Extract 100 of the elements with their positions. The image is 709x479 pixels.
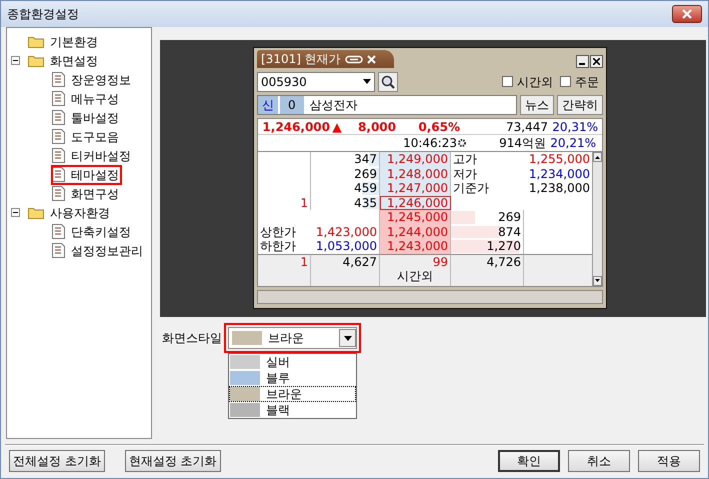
toolbar-button[interactable]: 뉴스 (520, 94, 554, 114)
volume: 73,447 (505, 118, 548, 136)
code-value: 005930 (261, 74, 307, 90)
tree-item-label: 장운영정보 (70, 72, 132, 88)
total-ask-quantity: 4,627 (342, 254, 377, 268)
tree-item[interactable]: 설정정보관리 (52, 242, 145, 260)
folder-icon (28, 206, 44, 219)
search-button[interactable] (378, 72, 398, 92)
bid-price: 1,244,000 (386, 224, 448, 238)
order-count: 1 (300, 196, 308, 210)
collapse-icon[interactable] (11, 56, 20, 65)
tree-item-label: 사용자환경 (49, 204, 111, 222)
tree-item[interactable]: 도구모음 (52, 128, 121, 146)
scroll-up-icon (595, 156, 600, 158)
collapse-icon[interactable] (11, 208, 20, 217)
after-hours-label: 시간외 (396, 269, 434, 284)
dialog-button[interactable]: 적용 (638, 450, 700, 472)
toolbar-button[interactable]: 간략히 (557, 94, 603, 114)
time: 10:46:23 (402, 135, 457, 152)
checkbox-label: 주문 (575, 74, 599, 90)
limit-value: 1,053,000 (316, 239, 377, 254)
after-hours-quantity: 99 (432, 254, 448, 269)
tree-item[interactable]: 티커바설정 (52, 146, 133, 164)
link-icon (344, 54, 363, 64)
info-value: 1,255,000 (528, 152, 590, 166)
ask-quantity: 347 (354, 152, 377, 166)
close-icon (366, 54, 376, 64)
bid-quantity: 1,270 (486, 239, 521, 253)
checkbox[interactable] (502, 76, 513, 87)
style-label: 화면스타일 (162, 330, 222, 347)
tree-item-label: 도구모음 (70, 128, 120, 146)
trade-amount: 914억원 (498, 135, 546, 152)
document-icon (52, 243, 65, 258)
dropdown-option[interactable]: 실버 (229, 354, 356, 370)
tree-item[interactable]: 장운영정보 (52, 70, 133, 88)
bid-price: 1,245,000 (386, 210, 448, 224)
tree-item[interactable]: 화면설정 (28, 52, 100, 70)
gear-icon (457, 138, 467, 148)
stock-name: 삼성전자 (310, 96, 358, 114)
window-title: 종합환경설정 (7, 6, 79, 23)
info-label: 고가 (453, 152, 477, 166)
document-icon (52, 167, 65, 182)
document-icon (52, 148, 65, 163)
folder-icon (28, 35, 44, 48)
change-rate: 0,65% (417, 118, 460, 136)
style-dropdown[interactable]: 브라운 (228, 327, 357, 349)
close-button[interactable] (590, 55, 603, 68)
folder-icon (28, 54, 44, 67)
count-badge: 0 (280, 96, 304, 114)
checkbox-label: 시간외 (517, 74, 553, 90)
dropdown-arrow-icon (344, 336, 352, 340)
tree-item-label: 화면설정 (49, 52, 99, 70)
document-icon (52, 72, 65, 87)
tree-item[interactable]: 화면구성 (52, 184, 121, 202)
ask-quantity: 459 (354, 181, 377, 195)
tree-item-label: 단축키설정 (70, 224, 132, 240)
document-icon (52, 224, 65, 239)
tree-item[interactable]: 메뉴구성 (52, 90, 121, 108)
close-icon (682, 9, 692, 19)
bid-quantity: 874 (498, 224, 521, 238)
document-icon (52, 110, 65, 125)
minimize-button[interactable] (576, 55, 589, 68)
stock-name-field[interactable]: 신 0 삼성전자 (257, 94, 517, 114)
reset-button[interactable]: 현재설정 초기화 (124, 450, 221, 472)
tree-item[interactable]: 툴바설정 (52, 108, 121, 126)
amount-rate: 20,21% (549, 135, 596, 152)
checkbox[interactable] (560, 76, 571, 87)
search-icon (381, 74, 395, 88)
tree-item-label: 메뉴구성 (70, 90, 120, 108)
tree-item[interactable]: 기본환경 (28, 32, 100, 50)
tree-item[interactable]: 단축키설정 (52, 222, 133, 240)
dropdown-option[interactable]: 브라운 (229, 386, 356, 402)
dropdown-option[interactable]: 블랙 (229, 402, 356, 418)
code-combo[interactable]: 005930 (257, 72, 375, 92)
dialog-button[interactable]: 확인 (498, 450, 560, 472)
close-button[interactable] (672, 5, 702, 23)
dialog-button[interactable]: 취소 (568, 450, 630, 472)
market-badge: 신 (258, 96, 278, 114)
ask-price: 1,246,000 (386, 196, 448, 210)
volume-rate: 20,31% (551, 118, 598, 136)
dropdown-option[interactable]: 블루 (229, 370, 356, 386)
document-icon (52, 186, 65, 201)
price-change: 8,000 (357, 118, 396, 136)
info-label: 저가 (453, 166, 477, 181)
reset-button[interactable]: 전체설정 초기화 (9, 450, 105, 472)
scroll-down-icon (595, 279, 600, 282)
ask-quantity: 435 (354, 196, 377, 210)
ask-quantity: 269 (354, 166, 377, 180)
tree-item-label: 기본환경 (49, 34, 99, 50)
close-icon (593, 58, 600, 65)
limit-label: 하한가 (260, 239, 296, 254)
tree-item[interactable]: 사용자환경 (28, 204, 112, 222)
current-price: 1,246,000 (261, 118, 330, 136)
ask-price: 1,248,000 (386, 166, 448, 180)
info-value: 1,238,000 (528, 181, 590, 196)
tree-item-label: 툴바설정 (70, 110, 120, 126)
total-count: 1 (300, 254, 308, 268)
tree-item[interactable]: 테마설정 (52, 166, 121, 184)
scrollbar[interactable] (592, 152, 602, 286)
window-tab[interactable]: [3101] 현재가 (257, 50, 394, 68)
